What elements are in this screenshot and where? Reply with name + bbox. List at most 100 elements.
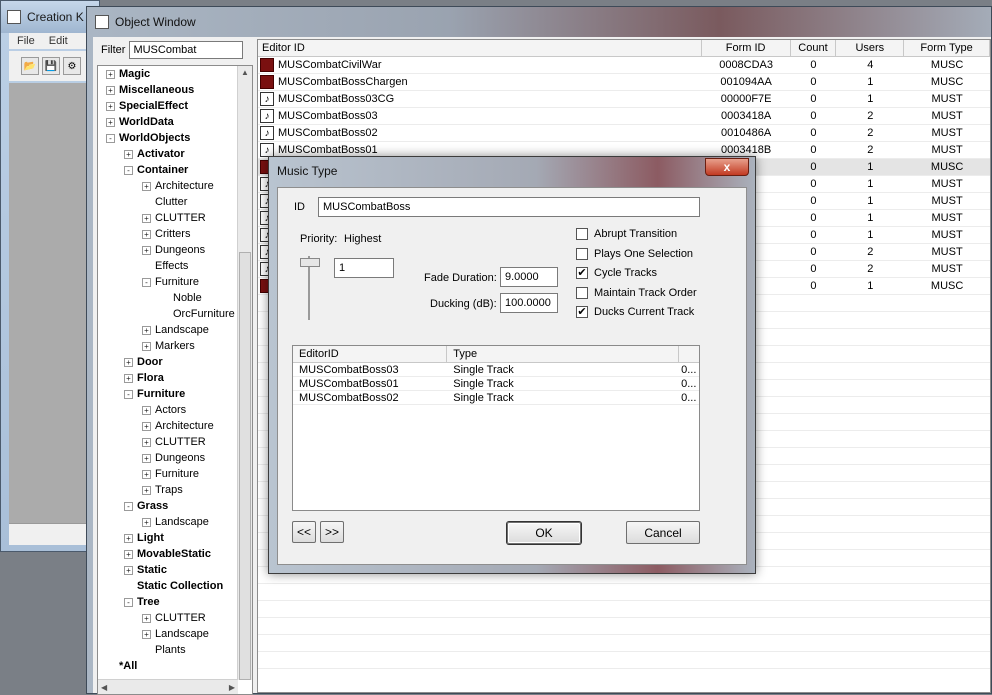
expand-icon[interactable]: + (142, 213, 151, 223)
tree-item[interactable]: + CLUTTER (98, 210, 238, 226)
open-folder-icon[interactable]: 📂 (21, 57, 39, 75)
expand-icon[interactable]: + (142, 629, 151, 639)
tree-item[interactable]: + MovableStatic (98, 546, 238, 562)
tree-item[interactable]: + CLUTTER (98, 434, 238, 450)
col-count[interactable]: Count (791, 40, 837, 56)
scroll-up-icon[interactable]: ▲ (241, 68, 249, 77)
tree-item[interactable]: + Magic (98, 66, 238, 82)
menu-file[interactable]: File (17, 35, 35, 47)
option-checkbox-row[interactable]: Maintain Track Order (576, 286, 697, 299)
tree-item[interactable]: + Architecture (98, 178, 238, 194)
collapse-icon[interactable]: - (124, 165, 133, 175)
tree-item[interactable]: + Dungeons (98, 450, 238, 466)
fade-duration-input[interactable] (500, 267, 558, 287)
scroll-left-icon[interactable]: ◀ (101, 683, 107, 692)
ck-title-bar[interactable]: Creation K (1, 1, 99, 33)
id-input[interactable] (318, 197, 700, 217)
tree-item[interactable]: + Actors (98, 402, 238, 418)
expand-icon[interactable]: + (106, 117, 115, 127)
tree-scroll-thumb[interactable] (239, 252, 251, 680)
prev-track-button[interactable]: << (292, 521, 316, 543)
table-row[interactable]: MUSCombatBossChargen 001094AA 0 1 MUSC (258, 74, 990, 91)
expand-icon[interactable]: + (142, 421, 151, 431)
tree-item[interactable]: + Door (98, 354, 238, 370)
tree-item[interactable]: Static Collection (98, 578, 238, 594)
expand-icon[interactable]: + (142, 613, 151, 623)
tree-item[interactable]: - WorldObjects (98, 130, 238, 146)
tree-item[interactable]: Plants (98, 642, 238, 658)
tree-item[interactable]: - Furniture (98, 274, 238, 290)
tree-item[interactable]: + Architecture (98, 418, 238, 434)
tree-item[interactable]: - Tree (98, 594, 238, 610)
checkbox-unchecked[interactable] (576, 228, 588, 240)
tree-item[interactable]: + Light (98, 530, 238, 546)
checkbox-checked[interactable]: ✔ (576, 267, 588, 279)
table-row[interactable]: ♪ MUSCombatBoss03 0003418A 0 2 MUST (258, 108, 990, 125)
tree-item[interactable]: Effects (98, 258, 238, 274)
tree-item[interactable]: + Miscellaneous (98, 82, 238, 98)
expand-icon[interactable]: + (124, 565, 133, 575)
next-track-button[interactable]: >> (320, 521, 344, 543)
tree-item[interactable]: + Traps (98, 482, 238, 498)
expand-icon[interactable]: + (142, 405, 151, 415)
tree-item[interactable]: + Activator (98, 146, 238, 162)
ducking-input[interactable] (500, 293, 558, 313)
expand-icon[interactable]: + (124, 149, 133, 159)
expand-icon[interactable]: + (142, 469, 151, 479)
col-form-id[interactable]: Form ID (702, 40, 791, 56)
expand-icon[interactable]: + (124, 373, 133, 383)
priority-input[interactable] (334, 258, 394, 278)
col-track-extra[interactable] (679, 346, 699, 362)
tree-item[interactable]: + Static (98, 562, 238, 578)
priority-slider-thumb[interactable] (300, 258, 320, 267)
tree-item[interactable]: + Critters (98, 226, 238, 242)
checkbox-unchecked[interactable] (576, 286, 588, 299)
expand-icon[interactable]: + (142, 341, 151, 351)
checkbox-checked[interactable]: ✔ (576, 306, 588, 318)
expand-icon[interactable]: + (142, 325, 151, 335)
object-window-title-bar[interactable]: Object Window (87, 7, 991, 37)
tree-item[interactable]: *All (98, 658, 238, 674)
expand-icon[interactable]: + (124, 357, 133, 367)
col-form-type[interactable]: Form Type (904, 40, 990, 56)
collapse-icon[interactable]: - (124, 389, 133, 399)
collapse-icon[interactable]: - (142, 277, 151, 287)
tree-item[interactable]: OrcFurniture (98, 306, 238, 322)
tree-item[interactable]: + CLUTTER (98, 610, 238, 626)
tree-item[interactable]: + Furniture (98, 466, 238, 482)
expand-icon[interactable]: + (106, 101, 115, 111)
expand-icon[interactable]: + (142, 229, 151, 239)
col-track-editor-id[interactable]: EditorID (293, 346, 448, 362)
option-checkbox-row[interactable]: Plays One Selection (576, 247, 693, 260)
scroll-right-icon[interactable]: ▶ (229, 683, 235, 692)
expand-icon[interactable]: + (124, 533, 133, 543)
expand-icon[interactable]: + (142, 181, 151, 191)
expand-icon[interactable]: + (142, 517, 151, 527)
category-tree[interactable]: + Magic + Miscellaneous + SpecialEffect + World… (97, 65, 253, 695)
save-icon[interactable]: 💾 (42, 57, 60, 75)
expand-icon[interactable]: + (106, 85, 115, 95)
tree-item[interactable]: - Container (98, 162, 238, 178)
track-row[interactable]: MUSCombatBoss03 Single Track 0... (293, 363, 699, 377)
expand-icon[interactable]: + (142, 485, 151, 495)
tree-item[interactable]: + Landscape (98, 514, 238, 530)
table-row[interactable]: ♪ MUSCombatBoss03CG 00000F7E 0 1 MUST (258, 91, 990, 108)
table-row[interactable]: MUSCombatCivilWar 0008CDA3 0 4 MUSC (258, 57, 990, 74)
expand-icon[interactable]: + (106, 69, 115, 79)
col-editor-id[interactable]: Editor ID (258, 40, 702, 56)
tree-item[interactable]: + Landscape (98, 626, 238, 642)
col-track-type[interactable]: Type (447, 346, 680, 362)
tree-item[interactable]: Noble (98, 290, 238, 306)
tree-vertical-scrollbar[interactable]: ▲ (237, 66, 252, 680)
tree-item[interactable]: Clutter (98, 194, 238, 210)
tree-item[interactable]: + Dungeons (98, 242, 238, 258)
collapse-icon[interactable]: - (106, 133, 115, 143)
collapse-icon[interactable]: - (124, 597, 133, 607)
expand-icon[interactable]: + (124, 549, 133, 559)
tree-item[interactable]: + WorldData (98, 114, 238, 130)
tree-item[interactable]: + Landscape (98, 322, 238, 338)
option-checkbox-row[interactable]: ✔ Ducks Current Track (576, 306, 694, 318)
menu-edit[interactable]: Edit (49, 35, 68, 47)
col-users[interactable]: Users (836, 40, 905, 56)
checkbox-unchecked[interactable] (576, 247, 588, 260)
